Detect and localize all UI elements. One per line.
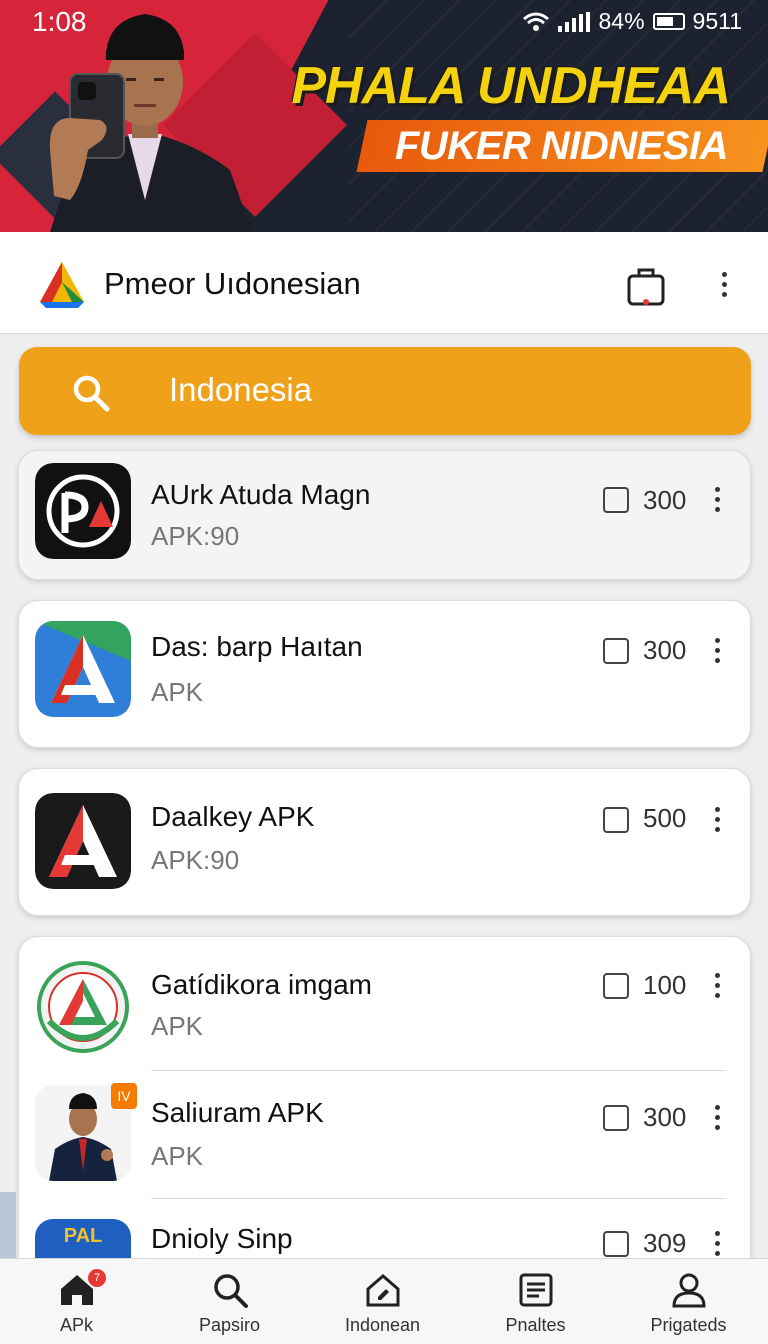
search-input[interactable]: Indonesia — [169, 371, 312, 409]
list-row[interactable]: Gatídikora imgam APK 100 — [19, 937, 752, 1071]
list-row[interactable]: IV Saliuram APK APK 300 — [19, 1071, 752, 1199]
more-vert-icon[interactable] — [709, 1101, 725, 1133]
list-item-title: AUrk Atuda Magn — [151, 479, 371, 510]
list-item[interactable]: AUrk Atuda Magn APK:90 300 — [18, 450, 751, 580]
nav-item-indonean[interactable]: Indonean — [306, 1259, 459, 1344]
bag-icon[interactable] — [624, 264, 668, 308]
list-item-count: 300 — [643, 1102, 687, 1132]
banner-headline-line2: FUKER NIDNESIA — [394, 124, 729, 168]
more-vert-icon[interactable] — [709, 969, 725, 1001]
banner-headline-line1: PHALA UNDHEAA — [291, 57, 731, 115]
article-icon — [519, 1273, 553, 1307]
more-vert-icon[interactable] — [709, 1227, 725, 1259]
seal-logo-icon — [35, 959, 131, 1055]
app-bar: Pmeor Uıdonesian — [0, 232, 768, 334]
person-icon — [672, 1273, 706, 1308]
nav-label: Indonean — [344, 1315, 421, 1335]
list-item-subtitle: APK — [151, 1011, 204, 1041]
battery-percent: 84% — [598, 8, 645, 34]
status-extra: 9511 — [692, 8, 742, 34]
checkbox[interactable] — [603, 638, 629, 664]
nav-badge: 7 — [88, 1269, 106, 1287]
a-logo-dark-icon — [35, 793, 131, 889]
nav-item-prigateds[interactable]: Prigateds — [612, 1259, 765, 1344]
more-vert-icon[interactable] — [709, 483, 725, 515]
checkbox[interactable] — [603, 973, 629, 999]
search-icon — [73, 375, 110, 412]
nav-label: Prigateds — [650, 1315, 727, 1335]
app-title: Pmeor Uıdonesian — [104, 266, 361, 301]
list-item-count: 300 — [643, 635, 687, 665]
list-item-subtitle: APK:90 — [151, 521, 240, 551]
nav-item-papsiro[interactable]: Papsiro — [153, 1259, 306, 1344]
list-item-title: Saliuram APK — [151, 1097, 324, 1128]
pal-logo-text: PAL — [63, 1225, 103, 1247]
house-edit-icon — [366, 1274, 400, 1307]
signal-icon — [558, 11, 591, 32]
search-icon — [214, 1274, 248, 1308]
list-item[interactable]: Daalkey APK APK:90 500 — [18, 768, 751, 916]
status-bar: 1:08 84% 9511 — [0, 0, 768, 44]
bottom-nav: 7 APk Papsiro Indonean Pnaltes Prigateds — [0, 1258, 768, 1344]
list-row[interactable]: Das: barp Haıtan APK 300 — [19, 601, 752, 749]
list-group: Gatídikora imgam APK 100 IV Saliuram APK… — [18, 936, 752, 1297]
more-vert-icon[interactable] — [712, 264, 736, 304]
list-item[interactable]: Das: barp Haıtan APK 300 — [18, 600, 751, 748]
list-item-title: Gatídikora imgam — [151, 969, 372, 1000]
a-logo-color-icon — [35, 621, 131, 717]
list-item-count: 100 — [643, 970, 687, 1000]
list-item-title: Das: barp Haıtan — [151, 631, 363, 662]
list-item-subtitle: APK — [151, 677, 204, 707]
list-item-count: 309 — [643, 1228, 687, 1258]
more-vert-icon[interactable] — [709, 803, 725, 835]
checkbox[interactable] — [603, 487, 629, 513]
list-item-count: 500 — [643, 803, 687, 833]
status-time: 1:08 — [32, 6, 87, 37]
checkbox[interactable] — [603, 807, 629, 833]
search-bar[interactable]: Indonesia — [19, 347, 751, 435]
promo-banner[interactable]: PHALA UNDHEAA FUKER NIDNESIA 1:08 84% 95… — [0, 0, 768, 232]
more-vert-icon[interactable] — [709, 634, 725, 666]
list-item-count: 300 — [643, 485, 687, 515]
wifi-icon — [523, 12, 550, 31]
list-item-title: Daalkey APK — [151, 801, 315, 832]
nav-item-apk[interactable]: 7 APk — [0, 1259, 153, 1344]
pa-logo-icon — [35, 463, 131, 559]
list-row[interactable]: Daalkey APK APK:90 500 — [19, 769, 752, 917]
app-logo-icon[interactable] — [36, 258, 88, 310]
edge-decoration — [0, 1192, 16, 1258]
list-row[interactable]: AUrk Atuda Magn APK:90 300 — [19, 451, 752, 581]
list-item-subtitle: APK — [151, 1141, 204, 1171]
list-item-subtitle: APK:90 — [151, 845, 240, 875]
status-indicators: 84% 9511 — [522, 8, 742, 35]
nav-label: Papsiro — [198, 1315, 261, 1335]
nav-item-pnaltes[interactable]: Pnaltes — [459, 1259, 612, 1344]
nav-label: Pnaltes — [505, 1315, 566, 1335]
checkbox[interactable] — [603, 1231, 629, 1257]
battery-icon — [652, 13, 685, 30]
nav-label: APk — [59, 1315, 93, 1335]
badge: IV — [111, 1083, 137, 1109]
list-item-title: Dnioly Sinp — [151, 1223, 293, 1254]
checkbox[interactable] — [603, 1105, 629, 1131]
